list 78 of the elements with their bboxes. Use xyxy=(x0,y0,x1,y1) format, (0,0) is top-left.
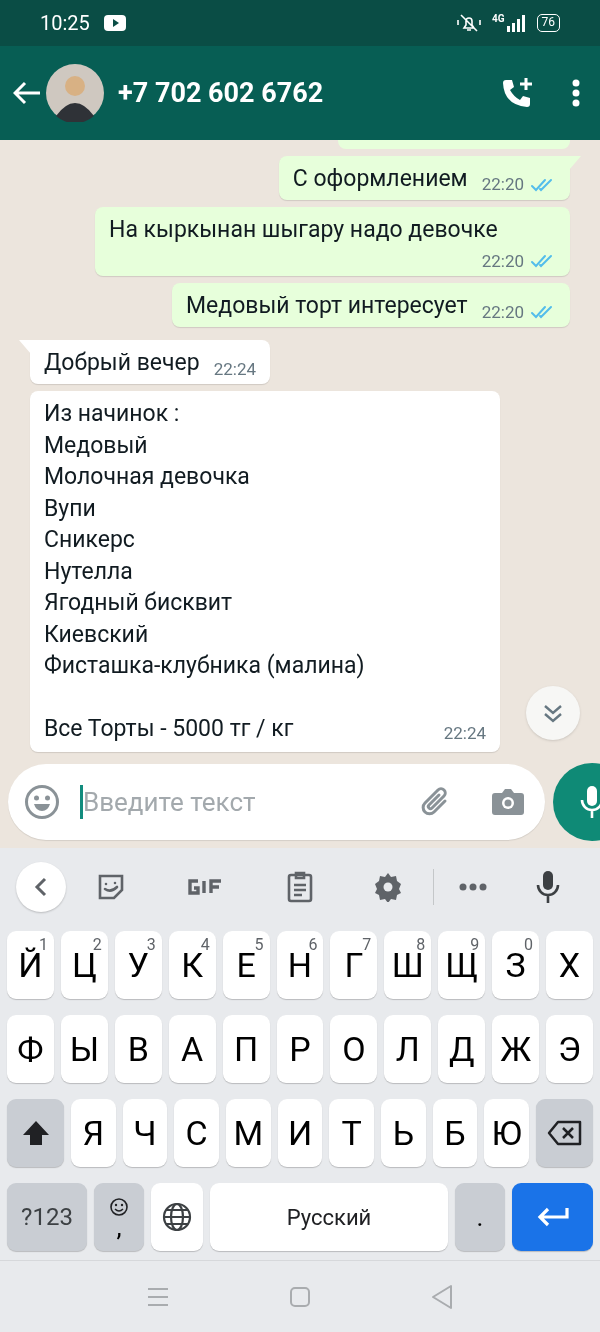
message-time: 22:24 xyxy=(213,357,256,381)
settings-icon[interactable] xyxy=(372,872,403,902)
backspace-key[interactable] xyxy=(536,1099,594,1167)
letter-key[interactable]: Х xyxy=(546,931,593,999)
contact-name[interactable]: +7 702 602 6762 xyxy=(118,72,324,114)
key-hint: 5 xyxy=(254,934,264,954)
message-time: 22:20 xyxy=(481,249,524,273)
message-text: На кыркынан шыгару надо девочке xyxy=(109,214,498,245)
add-call-icon[interactable] xyxy=(500,76,534,110)
video-app-icon xyxy=(103,15,126,31)
letter-key[interactable]: Ю xyxy=(484,1099,530,1167)
comma-key[interactable]: , xyxy=(94,1183,144,1251)
space-key[interactable]: Русский xyxy=(210,1183,448,1251)
letter-key[interactable]: Т xyxy=(329,1099,375,1167)
key-hint: 2 xyxy=(92,934,102,954)
message-text: Из начинок : Медовый Молочная девочка Вупи Сникерс Нутелла Ягодный бисквит Киевский Фисташка-клубника (малина) Все Торты - 5000 тг / кг xyxy=(44,399,365,744)
microphone-icon xyxy=(579,784,600,820)
letter-key[interactable]: Ф xyxy=(7,1015,54,1083)
message-time: 22:20 xyxy=(481,173,524,196)
avatar[interactable] xyxy=(46,64,104,122)
letter-key[interactable]: Д xyxy=(438,1015,486,1083)
message-input[interactable]: Введите текст xyxy=(8,764,545,840)
shift-icon xyxy=(20,1119,51,1147)
key-hint: 7 xyxy=(362,934,372,954)
key-hint: 9 xyxy=(470,934,480,954)
backspace-icon xyxy=(546,1120,583,1146)
back-arrow-icon xyxy=(13,81,41,105)
symbols-key[interactable]: ?123 xyxy=(7,1183,87,1251)
letter-key[interactable]: А xyxy=(168,1015,216,1083)
language-key[interactable] xyxy=(151,1183,203,1251)
letter-key[interactable]: Я xyxy=(71,1099,116,1167)
letter-key[interactable]: И xyxy=(277,1099,323,1167)
text-field[interactable]: Введите текст xyxy=(83,782,417,822)
more-options-icon[interactable] xyxy=(572,79,580,107)
shift-key[interactable] xyxy=(7,1099,64,1167)
letter-key[interactable]: Ь xyxy=(381,1099,426,1167)
muted-bell-icon xyxy=(455,13,482,33)
letter-key[interactable]: Б xyxy=(432,1099,478,1167)
letter-key[interactable]: Э xyxy=(546,1015,593,1083)
message-time: 22:24 xyxy=(443,721,486,745)
camera-icon[interactable] xyxy=(491,787,525,817)
enter-key[interactable] xyxy=(512,1183,593,1251)
key-hint: 8 xyxy=(416,934,426,954)
scroll-down-button[interactable] xyxy=(526,686,580,740)
message-text: Добрый вечер xyxy=(44,348,200,378)
double-chevron-down-icon xyxy=(542,703,564,723)
collapse-button[interactable] xyxy=(16,862,66,912)
letter-key[interactable]: П xyxy=(222,1015,270,1083)
status-time: 10:25 xyxy=(40,10,90,37)
key-hint: 0 xyxy=(524,934,534,954)
letter-key[interactable]: Р xyxy=(276,1015,324,1083)
microphone-icon[interactable] xyxy=(535,870,560,904)
more-icon[interactable] xyxy=(458,883,487,891)
message-text: Медовый торт интересует xyxy=(186,291,468,321)
smiley-icon xyxy=(109,1197,129,1217)
letter-key[interactable]: М xyxy=(226,1099,271,1167)
key-hint: 4 xyxy=(200,934,210,954)
clipboard-icon[interactable] xyxy=(286,871,313,903)
letter-key[interactable]: Ж xyxy=(492,1015,540,1083)
key-hint: 6 xyxy=(308,934,318,954)
chevron-left-icon xyxy=(34,877,48,897)
message-time: 22:20 xyxy=(481,300,524,324)
battery-indicator: 76 xyxy=(536,14,560,32)
letter-key[interactable]: Л xyxy=(384,1015,432,1083)
network-type: 4G xyxy=(491,14,505,24)
letter-key[interactable]: О xyxy=(330,1015,378,1083)
letter-key[interactable]: Ч xyxy=(122,1099,168,1167)
letter-key[interactable]: В xyxy=(114,1015,162,1083)
emoji-icon[interactable] xyxy=(24,784,60,820)
key-hint: 3 xyxy=(146,934,156,954)
enter-icon xyxy=(535,1205,570,1229)
message-text: С оформлением xyxy=(292,163,468,194)
period-key[interactable]: . xyxy=(455,1183,505,1251)
letter-key[interactable]: Ы xyxy=(60,1015,108,1083)
globe-icon xyxy=(161,1201,193,1233)
key-hint: 1 xyxy=(38,934,48,954)
signal-icon xyxy=(506,14,527,32)
letter-key[interactable]: С xyxy=(174,1099,219,1167)
